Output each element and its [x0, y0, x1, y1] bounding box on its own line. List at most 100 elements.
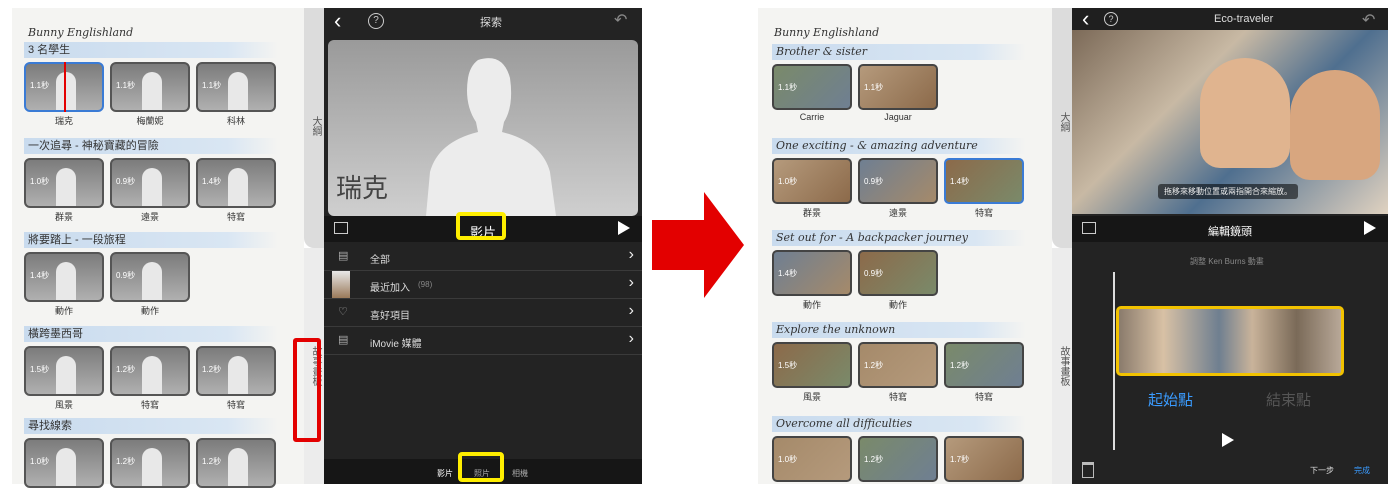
section-header[interactable]: Explore the unknown [772, 322, 1026, 338]
clip-label: 群景 [802, 208, 821, 218]
clip-duration: 1.1秒 [116, 81, 136, 90]
tab-video[interactable]: 影片 [437, 468, 453, 479]
list-row-imovie-media[interactable]: ▤ iMovie 媒體 › [324, 327, 642, 355]
storyboard-clip[interactable]: 1.4秒 [196, 158, 276, 208]
storyboard-clip[interactable]: 1.2秒 [196, 438, 276, 488]
play-icon[interactable] [1364, 221, 1376, 235]
storyboard-clip[interactable]: 0.9秒 [110, 158, 190, 208]
playhead-line [1113, 272, 1115, 450]
storyboard-clip[interactable]: 1.1秒 [858, 64, 938, 110]
section-header[interactable]: Overcome all difficulties [772, 416, 1026, 432]
clip-duration: 0.9秒 [116, 177, 136, 186]
clip-duration: 1.4秒 [202, 177, 222, 186]
clip-label: Carrie [799, 112, 825, 122]
storyboard-clip[interactable]: 0.9秒 [858, 250, 938, 296]
storyboard-clip[interactable]: 1.0秒 [24, 158, 104, 208]
recent-thumbnail [332, 271, 350, 298]
start-point-button[interactable]: 起始點 [1148, 389, 1193, 410]
clip-label: 風景 [802, 392, 821, 402]
chevron-right-icon: › [628, 274, 634, 291]
outline-tab-label: 大綱 [1058, 112, 1069, 132]
clip-label: Jaguar [884, 112, 912, 122]
list-row-recent[interactable]: 最近加入 (98) › [324, 271, 642, 299]
chevron-right-icon: › [628, 246, 634, 263]
done-button[interactable]: 完成 [1354, 465, 1370, 476]
section-header[interactable]: 橫跨墨西哥 [24, 326, 278, 342]
media-label-highlight [456, 212, 506, 240]
tab-camera[interactable]: 相機 [512, 468, 528, 479]
back-button[interactable]: ‹ [1082, 6, 1089, 32]
storyboard-clip[interactable]: 1.7秒 [944, 436, 1024, 482]
silhouette-icon [56, 262, 76, 300]
section-header[interactable]: 尋找線索 [24, 418, 278, 434]
storyboard-clip[interactable]: 1.4秒 [772, 250, 852, 296]
clip-label: 特寫 [140, 400, 159, 410]
clip-duration: 1.0秒 [778, 455, 798, 464]
silhouette-icon [142, 168, 162, 206]
storyboard-clip[interactable]: 1.5秒 [24, 346, 104, 396]
back-button[interactable]: ‹ [334, 8, 341, 34]
silhouette-icon [142, 262, 162, 300]
end-point-button[interactable]: 結束點 [1266, 389, 1311, 410]
play-icon[interactable] [618, 221, 630, 235]
storyboard-clip[interactable]: 1.5秒 [772, 342, 852, 388]
section-header[interactable]: Set out for - A backpacker journey [772, 230, 1026, 246]
help-icon[interactable]: ? [1104, 12, 1118, 26]
help-icon[interactable]: ? [368, 13, 384, 29]
clip-duration: 1.2秒 [116, 457, 136, 466]
ken-burns-frames[interactable] [1116, 306, 1344, 376]
clip-label: 群景 [54, 212, 73, 222]
section-header[interactable]: 一次追尋 - 神秘寶藏的冒險 [24, 138, 278, 154]
clip-duration: 1.2秒 [950, 361, 970, 370]
left-outline-tab[interactable]: 大綱 [304, 8, 324, 248]
edit-label: 編輯鏡頭 [1208, 226, 1252, 238]
undo-icon[interactable]: ↶ [1362, 10, 1375, 30]
storyboard-clip[interactable]: 1.1秒 [110, 62, 190, 112]
clip-duration: 1.4秒 [30, 271, 50, 280]
trash-icon[interactable] [1082, 462, 1094, 478]
storyboard-clip[interactable]: 1.1秒 [772, 64, 852, 110]
chevron-right-icon: › [628, 330, 634, 347]
right-storyboard-tab[interactable]: 故事畫板 [1052, 248, 1072, 484]
list-row-all[interactable]: ▤ 全部 › [324, 243, 642, 271]
next-button[interactable]: 下一步 [1310, 465, 1334, 476]
clip-duration: 1.2秒 [864, 455, 884, 464]
photo-tab-highlight [458, 452, 504, 482]
clip-duration: 0.9秒 [864, 177, 884, 186]
section-header[interactable]: One exciting - & amazing adventure [772, 138, 1026, 154]
clip-label: 瑞克 [54, 116, 73, 126]
storyboard-clip[interactable]: 1.2秒 [858, 436, 938, 482]
silhouette-icon [228, 356, 248, 394]
storyboard-clip[interactable]: 1.4秒 [24, 252, 104, 302]
storyboard-clip[interactable]: 1.2秒 [110, 438, 190, 488]
section-header[interactable]: Brother & sister [772, 44, 1026, 60]
clip-duration: 0.9秒 [116, 271, 136, 280]
storyboard-clip[interactable]: 1.0秒 [772, 158, 852, 204]
storyboard-clip[interactable]: 1.0秒 [772, 436, 852, 482]
storyboard-clip[interactable]: 1.4秒 [944, 158, 1024, 204]
clip-duration: 1.2秒 [202, 365, 222, 374]
list-row-favorites[interactable]: ♡ 喜好項目 › [324, 299, 642, 327]
clip-label: 遠景 [140, 212, 159, 222]
play-small-icon[interactable] [1082, 222, 1096, 234]
outline-tab-label: 大綱 [310, 116, 321, 136]
storyboard-clip[interactable]: 1.2秒 [944, 342, 1024, 388]
silhouette-icon [142, 448, 162, 486]
section-header[interactable]: 3 名學生 [24, 42, 278, 58]
preview-area: 瑞克 [328, 40, 638, 216]
storyboard-clip[interactable]: 1.2秒 [196, 346, 276, 396]
storyboard-clip[interactable]: 1.0秒 [24, 438, 104, 488]
play-icon[interactable] [1222, 433, 1234, 447]
storyboard-clip[interactable]: 1.2秒 [110, 346, 190, 396]
section-header[interactable]: 將要踏上 - 一段旅程 [24, 232, 278, 248]
right-outline-tab[interactable]: 大綱 [1052, 8, 1072, 248]
list-row-label: 喜好項目 [370, 311, 410, 322]
clip-duration: 1.0秒 [778, 177, 798, 186]
left-app-title: Bunny Englishland [28, 26, 134, 39]
undo-icon[interactable]: ↶ [614, 10, 627, 30]
storyboard-clip[interactable]: 1.1秒 [196, 62, 276, 112]
storyboard-clip[interactable]: 0.9秒 [858, 158, 938, 204]
storyboard-clip[interactable]: 1.2秒 [858, 342, 938, 388]
storyboard-clip[interactable]: 0.9秒 [110, 252, 190, 302]
play-small-icon[interactable] [334, 222, 348, 234]
